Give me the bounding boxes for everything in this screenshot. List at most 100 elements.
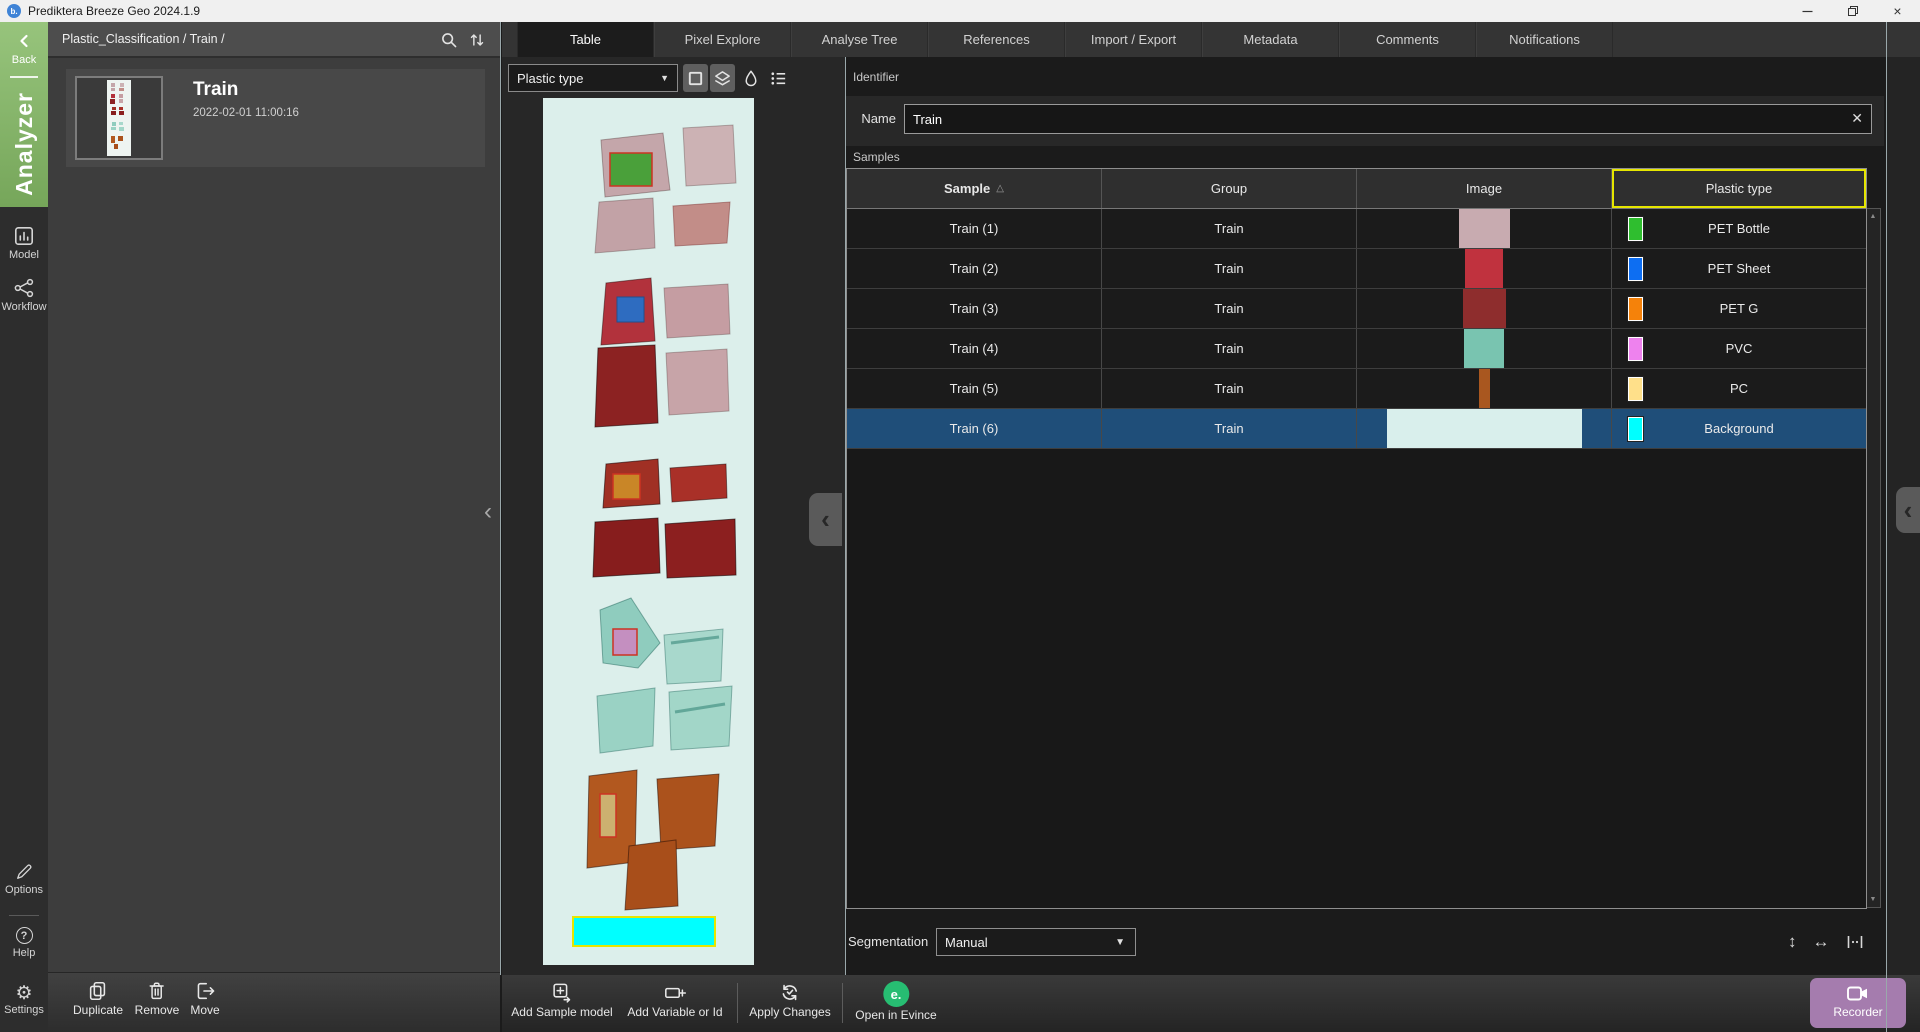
chevron-down-icon: ▼ [660, 73, 669, 83]
table-scrollbar[interactable]: ▲ ▼ [1867, 208, 1881, 908]
close-button[interactable]: × [1875, 0, 1920, 22]
collapse-viewer-handle[interactable]: ‹ [809, 493, 842, 546]
sample-row-train-3[interactable]: Train (3)Train PET G [847, 289, 1866, 329]
cell-image[interactable] [1357, 209, 1612, 248]
column-header-group[interactable]: Group [1102, 169, 1357, 208]
legend-list-button[interactable] [766, 64, 791, 92]
restore-button[interactable] [1830, 0, 1875, 22]
cell-sample[interactable]: Train (4) [847, 329, 1102, 368]
panel-divider[interactable] [1886, 22, 1887, 1032]
column-width-icon[interactable] [1846, 933, 1864, 951]
segmentation-label: Segmentation [848, 934, 928, 949]
sample-row-train-5[interactable]: Train (5)Train PC [847, 369, 1866, 409]
add-sample-model-button[interactable]: Add Sample model [511, 981, 612, 1019]
apply-changes-button[interactable]: Apply Changes [749, 981, 830, 1019]
sample-image-thumb [1463, 289, 1506, 328]
cell-sample[interactable]: Train (1) [847, 209, 1102, 248]
open-in-evince-button[interactable]: e. Open in Evince [855, 981, 936, 1022]
cell-plastic-type[interactable]: PET Sheet [1612, 249, 1866, 288]
remove-button[interactable]: Remove [135, 980, 180, 1017]
selection-rect-tool-button[interactable] [683, 64, 708, 92]
cell-group[interactable]: Train [1102, 249, 1357, 288]
recorder-button[interactable]: Recorder [1810, 978, 1906, 1028]
add-sample-model-icon [550, 981, 573, 1004]
sample-image-thumb [1465, 249, 1503, 288]
column-header-plastic-type[interactable]: Plastic type [1612, 169, 1866, 208]
overlay-type-dropdown[interactable]: Plastic type ▼ [508, 64, 678, 92]
cell-image[interactable] [1357, 329, 1612, 368]
contrast-droplet-button[interactable] [738, 64, 763, 92]
close-icon: × [1893, 3, 1901, 19]
cell-group[interactable]: Train [1102, 209, 1357, 248]
collapse-left-panel-icon[interactable]: ‹ [484, 500, 492, 524]
move-button[interactable]: Move [190, 980, 219, 1017]
fit-vertical-icon[interactable]: ↕ [1788, 932, 1797, 952]
clear-name-icon[interactable]: ✕ [1851, 110, 1863, 126]
sidebar-item-model[interactable]: Model [0, 225, 48, 261]
analyzer-mode-section[interactable]: Back Analyzer [0, 22, 48, 207]
collapse-right-handle[interactable]: ‹ [1896, 487, 1920, 533]
add-variable-button[interactable]: Add Variable or Id [627, 981, 722, 1019]
sample-row-train-2[interactable]: Train (2)Train PET Sheet [847, 249, 1866, 289]
back-button[interactable]: Back [0, 54, 48, 66]
plastic-type-swatch [1628, 377, 1643, 401]
tab-import-export[interactable]: Import / Export [1065, 22, 1202, 57]
layers-toggle-button[interactable] [710, 64, 735, 92]
segmentation-dropdown[interactable]: Manual ▼ [936, 928, 1136, 956]
breadcrumb[interactable]: Plastic_Classification / Train / [62, 32, 225, 46]
name-input[interactable] [904, 104, 1872, 134]
sidebar-item-help[interactable]: ? Help [0, 927, 48, 959]
cell-plastic-type[interactable]: PET Bottle [1612, 209, 1866, 248]
sidebar-item-workflow[interactable]: Workflow [0, 277, 48, 313]
minimize-button[interactable] [1785, 0, 1830, 22]
scroll-down-icon[interactable]: ▼ [1867, 896, 1879, 903]
gear-icon: ⚙ [0, 984, 48, 1004]
fit-horizontal-icon[interactable]: ↔ [1813, 932, 1830, 952]
cell-sample[interactable]: Train (6) [847, 409, 1102, 448]
cell-group[interactable]: Train [1102, 369, 1357, 408]
cell-group[interactable]: Train [1102, 409, 1357, 448]
tab-table[interactable]: Table [517, 22, 654, 57]
help-icon: ? [16, 927, 33, 944]
cell-group[interactable]: Train [1102, 329, 1357, 368]
duplicate-button[interactable]: Duplicate [73, 980, 123, 1017]
cell-image[interactable] [1357, 289, 1612, 328]
cell-plastic-type[interactable]: PET G [1612, 289, 1866, 328]
tab-pixel-explore[interactable]: Pixel Explore [654, 22, 791, 57]
cell-plastic-type[interactable]: PC [1612, 369, 1866, 408]
app-window: TablePixel ExploreAnalyse TreeReferences… [0, 0, 1920, 1032]
sample-row-train-6[interactable]: Train (6)Train Background [847, 409, 1866, 449]
sample-strip-image[interactable] [543, 98, 754, 965]
sidebar-item-settings[interactable]: ⚙ Settings [0, 984, 48, 1016]
cell-plastic-type[interactable]: PVC [1612, 329, 1866, 368]
plastic-type-label: Background [1704, 421, 1773, 436]
dataset-item-train[interactable]: Train 2022-02-01 11:00:16 [66, 69, 485, 167]
tab-references[interactable]: References [928, 22, 1065, 57]
cell-plastic-type[interactable]: Background [1612, 409, 1866, 448]
panel-divider[interactable] [500, 22, 501, 975]
cell-image[interactable] [1357, 249, 1612, 288]
tab-notifications[interactable]: Notifications [1476, 22, 1613, 57]
tab-comments[interactable]: Comments [1339, 22, 1476, 57]
search-icon[interactable] [440, 31, 458, 49]
plastic-type-swatch [1628, 337, 1643, 361]
cell-image[interactable] [1357, 369, 1612, 408]
recorder-label: Recorder [1833, 1005, 1882, 1019]
cell-group[interactable]: Train [1102, 289, 1357, 328]
sample-row-train-1[interactable]: Train (1)Train PET Bottle [847, 209, 1866, 249]
cell-sample[interactable]: Train (3) [847, 289, 1102, 328]
cell-sample[interactable]: Train (5) [847, 369, 1102, 408]
panel-divider[interactable] [845, 57, 846, 975]
cell-sample[interactable]: Train (2) [847, 249, 1102, 288]
tab-metadata[interactable]: Metadata [1202, 22, 1339, 57]
column-header-image[interactable]: Image [1357, 169, 1612, 208]
scroll-up-icon[interactable]: ▲ [1867, 213, 1879, 220]
column-header-sample[interactable]: Sample△ [847, 169, 1102, 208]
cell-image[interactable] [1357, 409, 1612, 448]
sort-icon[interactable] [468, 31, 486, 49]
sidebar-item-options[interactable]: Options [0, 862, 48, 896]
divider [737, 983, 738, 1023]
tab-analyse-tree[interactable]: Analyse Tree [791, 22, 928, 57]
back-chevron-icon[interactable] [18, 34, 30, 48]
sample-row-train-4[interactable]: Train (4)Train PVC [847, 329, 1866, 369]
